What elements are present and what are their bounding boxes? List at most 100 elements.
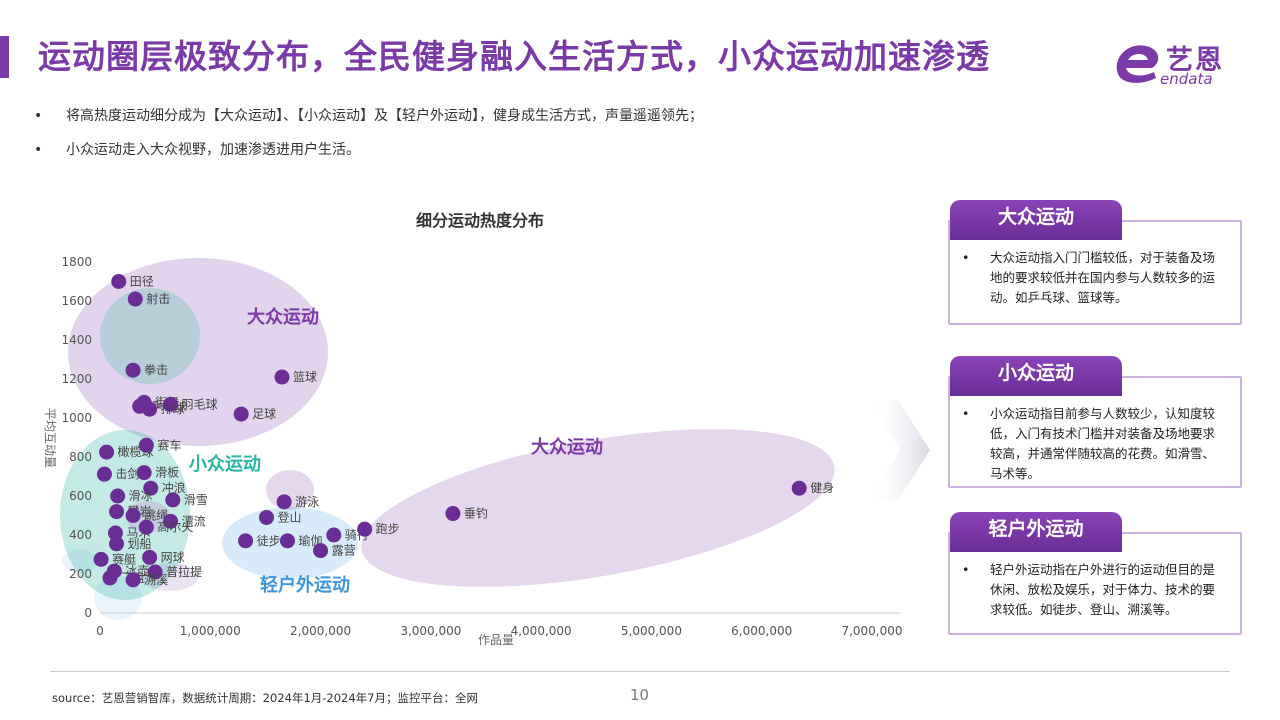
point-label: 游泳 [295, 495, 319, 509]
point-label: 拳击 [144, 362, 168, 377]
data-point [274, 369, 290, 385]
group-label-mass: 大众运动 [247, 306, 319, 328]
card-text: 低，入门有技术门槛并对装备及场地要求 [990, 426, 1216, 441]
scatter-chart: 细分运动热度分布 0 200 400 600 800 1000 1200 1400 1600 18… [43, 211, 903, 647]
data-point [110, 488, 126, 504]
point-label: 登山 [278, 509, 302, 524]
card-text: 动。如乒乓球、篮球等。 [990, 290, 1128, 305]
chart-title: 细分运动热度分布 [416, 211, 544, 230]
card-text: • 大众运动指入门门槛较低，对于装备及场 [950, 248, 1240, 268]
bullet-dot: • [962, 406, 970, 421]
card-text: 马术等。 [990, 466, 1041, 481]
x-tick-label: 3,000,000 [400, 624, 461, 638]
y-tick-label: 800 [69, 450, 92, 464]
data-point [238, 533, 254, 549]
point-label: 健身 [810, 480, 834, 495]
card-text: 地的要求较低并在国内参与人数较多的运 [990, 270, 1216, 285]
point-label: 击剑 [115, 466, 139, 481]
y-tick-label: 1000 [61, 411, 92, 425]
data-point [109, 504, 125, 520]
x-tick-label: 7,000,000 [841, 624, 902, 638]
data-point [142, 549, 158, 565]
card-title: 轻户外运动 [950, 512, 1122, 552]
bullet-dot: • [34, 142, 43, 158]
group-label-fitness: 大众运动 [531, 436, 603, 458]
bullet-dot: • [962, 250, 970, 265]
data-point [142, 401, 158, 417]
x-tick-label: 1,000,000 [180, 624, 241, 638]
footer-divider [50, 671, 1230, 672]
bullet-text: 将高热度运动细分成为【大众运动】、【小众运动】及【轻户外运动】，健身成生活方式，… [66, 108, 703, 124]
data-point [259, 509, 275, 525]
bullet-item: • 小众运动走入大众视野，加速渗透进用户生活。 [34, 138, 703, 172]
group-label-outdoor: 轻户外运动 [260, 574, 350, 596]
point-label: 滑板 [155, 466, 179, 480]
bullet-dot: • [34, 108, 43, 124]
data-point [445, 506, 461, 522]
group-label-niche: 小众运动 [189, 453, 261, 475]
card-text: 较高，并通常伴随较高的花费。如滑雪、 [990, 446, 1216, 461]
y-tick-label: 400 [69, 528, 92, 542]
logo-mark-icon [1116, 45, 1159, 83]
y-tick-label: 600 [69, 489, 92, 503]
x-tick-label: 6,000,000 [731, 624, 792, 638]
y-tick-label: 1200 [61, 372, 92, 386]
x-tick-label: 4,000,000 [511, 624, 572, 638]
data-point [791, 480, 807, 496]
data-point [102, 570, 118, 586]
x-tick-label: 2,000,000 [290, 624, 351, 638]
point-label: 篮球 [293, 369, 317, 384]
data-point [233, 406, 249, 422]
data-point [326, 527, 342, 543]
y-tick-label: 200 [69, 567, 92, 581]
x-tick-label: 5,000,000 [621, 624, 682, 638]
point-label: 溯溪 [144, 572, 168, 587]
point-label: 田径 [130, 275, 154, 289]
y-axis-label: 平均互动量 [43, 408, 57, 468]
data-point [99, 444, 115, 460]
data-point [279, 533, 295, 549]
data-point [127, 291, 143, 307]
point-label: 赛车 [157, 437, 181, 452]
title-accent-bar [0, 36, 9, 78]
card-text: • 小众运动指目前参与人数较少，认知度较 [950, 404, 1240, 424]
x-tick-label: 0 [96, 624, 104, 638]
card-text: 求较低。如徒步、登山、溯溪等。 [990, 602, 1178, 617]
data-point [93, 551, 109, 567]
point-label: 羽毛球 [182, 397, 218, 411]
point-label: 高尔夫 [157, 519, 193, 534]
data-point [138, 437, 154, 453]
data-point [96, 466, 112, 482]
card-title: 大众运动 [950, 200, 1122, 240]
data-point [111, 274, 127, 289]
chevron-right-icon [868, 400, 930, 500]
data-point [357, 521, 373, 537]
source-note: source：艺恩营销智库，数据统计周期：2024年1月-2024年7月；监控平… [52, 691, 479, 705]
data-point [109, 536, 125, 552]
page-title: 运动圈层极致分布，全民健身融入生活方式，小众运动加速渗透 [38, 37, 990, 76]
data-point [136, 465, 152, 481]
x-axis-label: 作品量 [478, 633, 514, 647]
cluster-fitness [361, 429, 835, 587]
y-tick-label: 1800 [61, 255, 92, 269]
point-label: 滑冰 [129, 489, 153, 503]
card-title: 小众运动 [950, 356, 1122, 396]
bullet-text: 小众运动走入大众视野，加速渗透进用户生活。 [66, 142, 360, 158]
data-point [125, 362, 141, 378]
page-number: 10 [630, 686, 650, 704]
data-point [125, 572, 141, 588]
point-label: 足球 [252, 407, 276, 421]
point-label: 射击 [146, 291, 170, 306]
y-tick-label: 0 [84, 606, 92, 620]
data-point [165, 492, 181, 508]
logo-subtext: endata [1160, 70, 1213, 88]
card-text: 休闲、放松及娱乐，对于体力、技术的要 [990, 582, 1216, 597]
endata-logo: 艺恩 endata [1112, 36, 1242, 92]
point-label: 跑步 [376, 522, 400, 536]
bullet-item: • 将高热度运动细分成为【大众运动】、【小众运动】及【轻户外运动】，健身成生活方式… [34, 104, 703, 138]
summary-bullets: • 将高热度运动细分成为【大众运动】、【小众运动】及【轻户外运动】，健身成生活方式… [34, 104, 703, 172]
data-point [276, 494, 292, 510]
data-point [138, 519, 154, 535]
point-label: 网球 [161, 550, 185, 564]
data-point [313, 543, 329, 559]
